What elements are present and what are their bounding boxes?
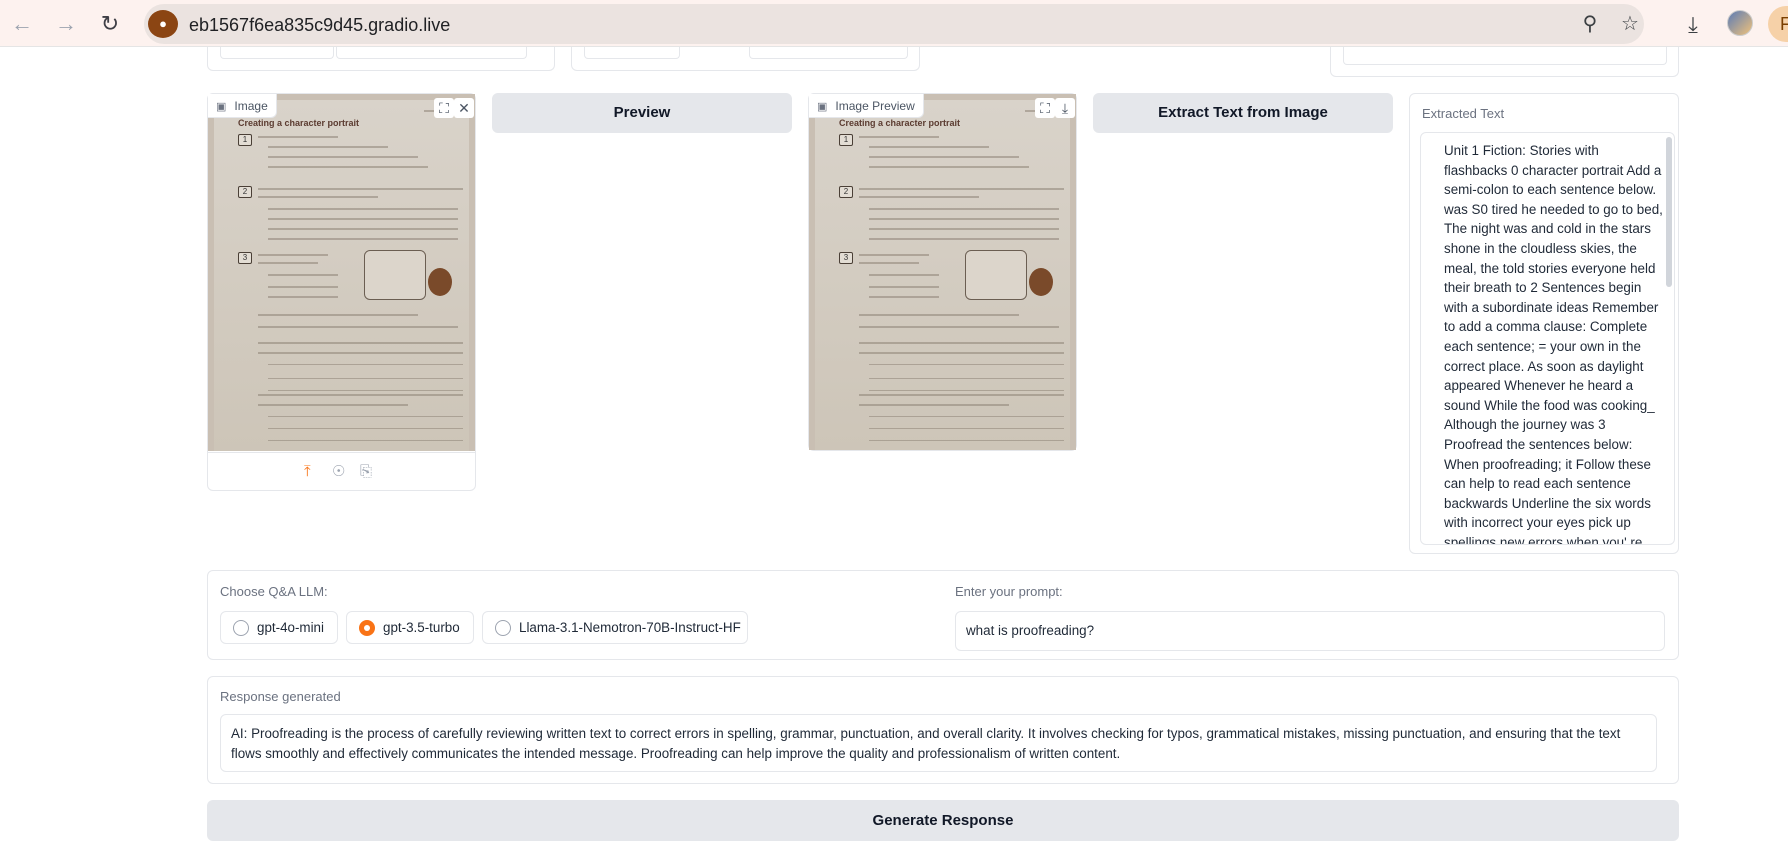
document-section-number: 3 bbox=[839, 252, 853, 264]
extracted-text-panel: Extracted Text Unit 1 Fiction: Stories w… bbox=[1409, 93, 1679, 554]
forward-arrow-icon[interactable]: → bbox=[52, 10, 80, 38]
bookmark-star-icon[interactable]: ☆ bbox=[1618, 12, 1642, 36]
radio-llama-nemotron[interactable]: Llama-3.1-Nemotron-70B-Instruct-HF bbox=[482, 611, 748, 644]
prompt-input[interactable]: what is proofreading? bbox=[955, 611, 1665, 651]
radio-gpt-3-5-turbo[interactable]: gpt-3.5-turbo bbox=[346, 611, 474, 644]
document-section-number: 2 bbox=[839, 186, 853, 198]
extracted-text-label: Extracted Text bbox=[1422, 106, 1505, 121]
document-photo: Creating a character portrait 1 2 3 bbox=[208, 94, 475, 451]
document-section-number: 1 bbox=[238, 134, 252, 146]
radio-gpt-4o-mini[interactable]: gpt-4o-mini bbox=[220, 611, 338, 644]
download-icon[interactable]: ⤓ bbox=[1680, 12, 1706, 38]
image-preview-panel: Creating a character portrait 1 2 3 ▣ Im… bbox=[808, 93, 1077, 451]
top-panel-fragment-3 bbox=[1330, 47, 1679, 77]
extracted-text-value: Unit 1 Fiction: Stories with flashbacks … bbox=[1444, 143, 1663, 545]
clipboard-icon[interactable]: ⎘ bbox=[360, 463, 372, 481]
extracted-text-area[interactable]: Unit 1 Fiction: Stories with flashbacks … bbox=[1420, 132, 1675, 545]
response-text-area[interactable]: AI: Proofreading is the process of caref… bbox=[220, 714, 1657, 772]
document-section-number: 1 bbox=[839, 134, 853, 146]
microphone-icon[interactable]: ● bbox=[148, 10, 178, 38]
top-panel-fragment-1 bbox=[207, 47, 555, 71]
webcam-icon[interactable]: ☉ bbox=[332, 463, 345, 481]
upload-icon[interactable]: ⤒ bbox=[304, 463, 311, 481]
download-icon[interactable]: ⤓ bbox=[1055, 98, 1075, 118]
document-heading: Creating a character portrait bbox=[839, 118, 961, 128]
scrollbar[interactable] bbox=[1666, 137, 1672, 287]
radio-dot-selected[interactable] bbox=[359, 620, 375, 636]
generate-response-button[interactable]: Generate Response bbox=[207, 800, 1679, 841]
reload-icon[interactable]: ↻ bbox=[96, 10, 124, 38]
profile-button[interactable]: F bbox=[1768, 6, 1788, 42]
image-preview-label: ▣ Image Preview bbox=[809, 94, 924, 118]
address-bar[interactable]: ● eb1567f6ea835c9d45.gradio.live ⚲ ☆ bbox=[144, 4, 1644, 44]
radio-dot[interactable] bbox=[495, 620, 511, 636]
image-source-toolbar: ⤒ ☉ ⎘ bbox=[208, 452, 475, 490]
fullscreen-icon[interactable]: ⛶ bbox=[1035, 98, 1055, 118]
preview-button[interactable]: Preview bbox=[492, 93, 792, 133]
extract-text-button[interactable]: Extract Text from Image bbox=[1093, 93, 1393, 133]
prompt-label: Enter your prompt: bbox=[955, 584, 1063, 599]
document-heading: Creating a character portrait bbox=[238, 118, 360, 128]
avatar[interactable] bbox=[1727, 10, 1753, 36]
url-text[interactable]: eb1567f6ea835c9d45.gradio.live bbox=[189, 15, 450, 36]
image-icon: ▣ bbox=[216, 101, 227, 113]
preview-document-photo: Creating a character portrait 1 2 3 bbox=[809, 94, 1076, 450]
document-section-number: 2 bbox=[238, 186, 252, 198]
zoom-icon[interactable]: ⚲ bbox=[1578, 12, 1602, 36]
fullscreen-icon[interactable]: ⛶ bbox=[434, 98, 454, 118]
llm-choice-label: Choose Q&A LLM: bbox=[220, 584, 328, 599]
image-icon: ▣ bbox=[817, 101, 828, 113]
response-label: Response generated bbox=[220, 689, 341, 704]
response-panel: Response generated AI: Proofreading is t… bbox=[207, 676, 1679, 784]
qa-settings-panel: Choose Q&A LLM: gpt-4o-mini gpt-3.5-turb… bbox=[207, 570, 1679, 660]
document-section-number: 3 bbox=[238, 252, 252, 264]
browser-toolbar: ← → ↻ ● eb1567f6ea835c9d45.gradio.live ⚲… bbox=[0, 0, 1788, 47]
back-arrow-icon[interactable]: ← bbox=[8, 10, 36, 38]
image-input-label: ▣ Image bbox=[208, 94, 277, 118]
close-icon[interactable]: ✕ bbox=[454, 98, 474, 118]
image-input-panel[interactable]: Creating a character portrait 1 2 3 ▣ Im… bbox=[207, 93, 476, 491]
top-panel-fragment-2 bbox=[571, 47, 920, 71]
radio-dot[interactable] bbox=[233, 620, 249, 636]
prompt-block: Enter your prompt: what is proofreading? bbox=[955, 571, 1675, 659]
